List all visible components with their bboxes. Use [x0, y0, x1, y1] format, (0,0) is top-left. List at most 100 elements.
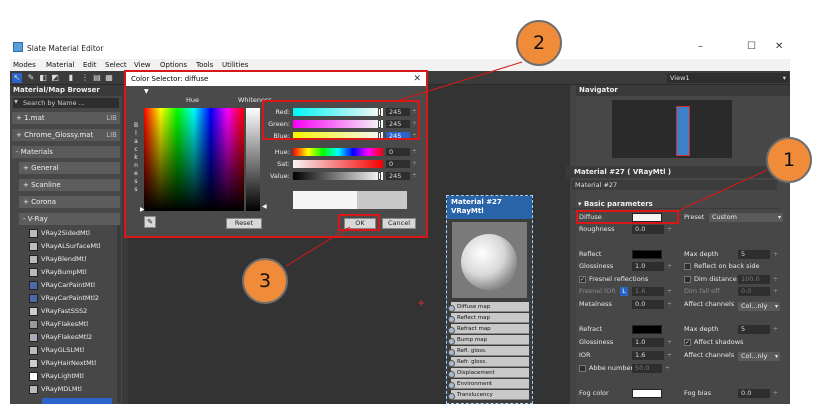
node-header[interactable]: Material #27 VRayMtl — [447, 196, 532, 219]
basic-parameters-rollout[interactable]: ▾ Basic parameters — [572, 199, 779, 209]
reflect-color-swatch[interactable] — [632, 250, 662, 259]
list-item[interactable]: VRayBumpMtl — [28, 267, 118, 278]
assign-material-icon[interactable]: ◧ — [38, 73, 48, 83]
subgroup-scanline[interactable]: + Scanline — [19, 179, 120, 191]
list-item[interactable]: VRayCarPaintMtl — [28, 280, 118, 291]
navigator-viewport-rect[interactable] — [676, 106, 690, 156]
hue-pointer-icon[interactable]: ▼ — [144, 88, 149, 95]
list-item-selected[interactable] — [42, 398, 112, 404]
menu-tools[interactable]: Tools — [196, 61, 213, 69]
abbe-input[interactable]: 50.0 — [632, 364, 670, 373]
refract-color-swatch[interactable] — [632, 325, 662, 334]
sat-slider[interactable] — [293, 160, 383, 168]
maximize-icon[interactable]: ☐ — [747, 41, 756, 52]
ior-input[interactable]: 1.6 — [632, 351, 672, 360]
list-item[interactable]: VRayFlakesMtl — [28, 319, 118, 330]
minimize-icon[interactable]: – — [698, 41, 703, 52]
menu-select[interactable]: Select — [105, 61, 127, 69]
port-translucency[interactable]: Translucency — [448, 390, 529, 400]
refract-glossiness-input[interactable]: 1.0 — [632, 338, 672, 347]
metalness-input[interactable]: 0.0 — [632, 300, 672, 309]
preset-dropdown[interactable]: Custom — [709, 213, 783, 222]
group-tag: LIB — [106, 114, 117, 122]
whiteness-pointer-icon[interactable]: ◀ — [262, 203, 267, 210]
port-refl-gloss[interactable]: Refl. gloss. — [448, 346, 529, 356]
subgroup-general[interactable]: + General — [19, 162, 120, 174]
dim-falloff-input[interactable]: 0.0 — [738, 287, 778, 296]
menu-modes[interactable]: Modes — [13, 61, 36, 69]
dim-distance-checkbox[interactable] — [684, 276, 691, 283]
glossiness-input[interactable]: 1.0 — [632, 262, 672, 271]
value-slider[interactable] — [293, 172, 383, 180]
reset-icon[interactable]: ◩ — [50, 73, 60, 83]
menu-options[interactable]: Options — [160, 61, 187, 69]
whiteness-bar[interactable] — [246, 108, 260, 211]
move-children-icon[interactable]: ⋮ — [80, 73, 90, 83]
abbe-checkbox[interactable] — [579, 365, 586, 372]
max-depth-input[interactable]: 5 — [738, 250, 778, 259]
navigator-view[interactable] — [612, 100, 732, 158]
affect-shadows-checkbox[interactable]: ✓ — [684, 339, 691, 346]
list-item[interactable]: VRayHairNextMtl — [28, 358, 118, 369]
eyedropper-icon[interactable]: ✎ — [144, 216, 156, 228]
subgroup-corona[interactable]: + Corona — [19, 196, 120, 208]
group-materials[interactable]: - Materials — [12, 146, 120, 158]
delete-icon[interactable]: ▮ — [66, 73, 76, 83]
refract-affect-channels-dropdown[interactable]: Col...nly — [738, 352, 780, 361]
hue-input[interactable]: 0 — [386, 148, 417, 156]
list-item[interactable]: VRayALSurfaceMtl — [28, 241, 118, 252]
reset-button[interactable]: Reset — [226, 218, 262, 229]
blackness-pointer-icon[interactable]: ▶ — [140, 206, 145, 213]
list-item[interactable]: VRayCarPaintMtl2 — [28, 293, 118, 304]
list-item[interactable]: VRayGLSLMtl — [28, 345, 118, 356]
cancel-button[interactable]: Cancel — [382, 218, 416, 229]
subgroup-vray[interactable]: - V-Ray — [19, 213, 120, 225]
hue-blackness-spectrum[interactable] — [144, 108, 244, 211]
list-item[interactable]: VRayFastSSS2 — [28, 306, 118, 317]
value-input[interactable]: 245 — [386, 172, 417, 180]
select-tool-icon[interactable]: ↖ — [12, 73, 22, 83]
material-node[interactable]: Material #27 VRayMtl Diffuse map Reflect… — [446, 195, 533, 404]
hide-unused-icon[interactable]: ▤ — [92, 73, 102, 83]
port-environment[interactable]: Environment — [448, 379, 529, 389]
list-item[interactable]: VRayFlakesMtl2 — [28, 332, 118, 343]
port-refract-map[interactable]: Refract map — [448, 324, 529, 334]
fog-color-swatch[interactable] — [632, 389, 662, 398]
layout-icon[interactable]: ▦ — [104, 73, 114, 83]
menu-material[interactable]: Material — [46, 61, 74, 69]
roughness-input[interactable]: 0.0 — [632, 225, 672, 234]
dialog-title-bar[interactable]: Color Selector: diffuse ✕ — [126, 72, 426, 86]
group-1-mat[interactable]: + 1.mat LIB — [12, 112, 120, 124]
menu-view[interactable]: View — [134, 61, 151, 69]
fresnel-ior-lock-button[interactable]: L — [620, 287, 628, 296]
browser-scrollbar[interactable] — [117, 225, 121, 403]
dim-distance-input[interactable]: 100.0 — [738, 275, 778, 284]
affect-channels-dropdown[interactable]: Col...nly — [738, 302, 780, 311]
value-slider-thumb[interactable] — [378, 172, 381, 180]
port-diffuse-map[interactable]: Diffuse map — [448, 302, 529, 312]
close-icon[interactable]: ✕ — [413, 72, 421, 86]
menu-utilities[interactable]: Utilities — [222, 61, 248, 69]
reflect-back-checkbox[interactable] — [684, 263, 691, 270]
port-displacement[interactable]: Displacement — [448, 368, 529, 378]
group-chrome-glossy[interactable]: + Chrome_Glossy.mat LIB — [12, 129, 120, 141]
menu-edit[interactable]: Edit — [83, 61, 97, 69]
fresnel-ior-input[interactable]: 1.6 — [632, 287, 672, 296]
port-refr-gloss[interactable]: Refr. gloss. — [448, 357, 529, 367]
view-dropdown[interactable]: View1 ▾ — [667, 73, 789, 83]
fog-bias-input[interactable]: 0.0 — [738, 389, 778, 398]
list-item[interactable]: VRayMDLMtl — [28, 384, 118, 395]
eyedropper-icon[interactable]: ✎ — [26, 73, 36, 83]
port-reflect-map[interactable]: Reflect map — [448, 313, 529, 323]
close-icon[interactable]: ✕ — [775, 41, 783, 52]
list-item[interactable]: VRayBlendMtl — [28, 254, 118, 265]
material-name-field[interactable]: Material #27 — [572, 180, 777, 190]
list-item[interactable]: VRayLightMtl — [28, 371, 118, 382]
fresnel-checkbox[interactable]: ✓ — [579, 276, 586, 283]
search-input[interactable]: ▾ Search by Name ... — [13, 97, 119, 108]
refract-max-depth-input[interactable]: 5 — [738, 325, 778, 334]
port-bump-map[interactable]: Bump map — [448, 335, 529, 345]
sat-input[interactable]: 0 — [386, 160, 417, 168]
hue-slider[interactable] — [293, 148, 383, 156]
list-item[interactable]: VRay2SidedMtl — [28, 228, 118, 239]
